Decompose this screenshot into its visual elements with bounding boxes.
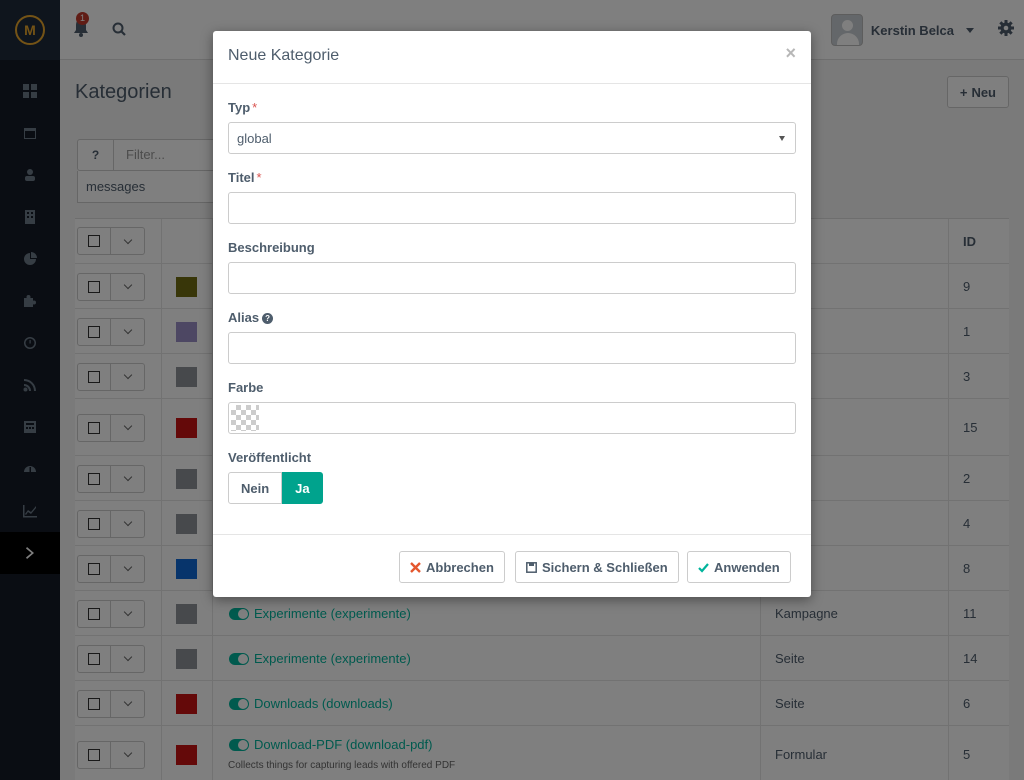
published-toggle: Nein Ja bbox=[228, 472, 323, 504]
color-picker-input[interactable] bbox=[228, 402, 796, 434]
typ-label: Typ * bbox=[228, 100, 257, 115]
titel-label: Titel * bbox=[228, 170, 262, 185]
modal-header: Neue Kategorie × bbox=[213, 31, 811, 84]
save-icon bbox=[526, 561, 537, 573]
beschreibung-label: Beschreibung bbox=[228, 240, 315, 255]
titel-input[interactable] bbox=[228, 192, 796, 224]
modal-title: Neue Kategorie bbox=[228, 47, 340, 64]
check-icon bbox=[698, 562, 709, 573]
published-yes-button[interactable]: Ja bbox=[282, 472, 323, 504]
published-label: Veröffentlicht bbox=[228, 450, 312, 465]
cancel-label: Abbrechen bbox=[426, 559, 494, 575]
apply-button[interactable]: Anwenden bbox=[687, 551, 791, 583]
required-mark: * bbox=[256, 170, 262, 185]
close-icon[interactable]: × bbox=[785, 43, 796, 64]
modal-footer: Abbrechen Sichern & Schließen Anwenden bbox=[213, 534, 811, 597]
help-icon[interactable]: ? bbox=[262, 313, 274, 324]
typ-select-value: global bbox=[237, 131, 272, 146]
farbe-label: Farbe bbox=[228, 380, 264, 395]
select-arrow-icon bbox=[779, 136, 785, 141]
times-icon bbox=[410, 561, 421, 573]
titel-label-text: Titel bbox=[228, 170, 255, 185]
save-close-button[interactable]: Sichern & Schließen bbox=[515, 551, 679, 583]
color-swatch[interactable] bbox=[231, 405, 259, 431]
new-category-modal: Neue Kategorie × Typ * global Titel * Besc… bbox=[213, 31, 811, 597]
typ-label-text: Typ bbox=[228, 100, 251, 115]
alias-label: Alias? bbox=[228, 310, 274, 325]
alias-input[interactable] bbox=[228, 332, 796, 364]
cancel-button[interactable]: Abbrechen bbox=[399, 551, 505, 583]
required-mark: * bbox=[252, 100, 258, 115]
published-no-button[interactable]: Nein bbox=[228, 472, 283, 504]
typ-select[interactable]: global bbox=[228, 122, 796, 154]
beschreibung-input[interactable] bbox=[228, 262, 796, 294]
save-close-label: Sichern & Schließen bbox=[542, 559, 668, 575]
alias-label-text: Alias bbox=[228, 310, 260, 325]
apply-label: Anwenden bbox=[714, 559, 780, 575]
